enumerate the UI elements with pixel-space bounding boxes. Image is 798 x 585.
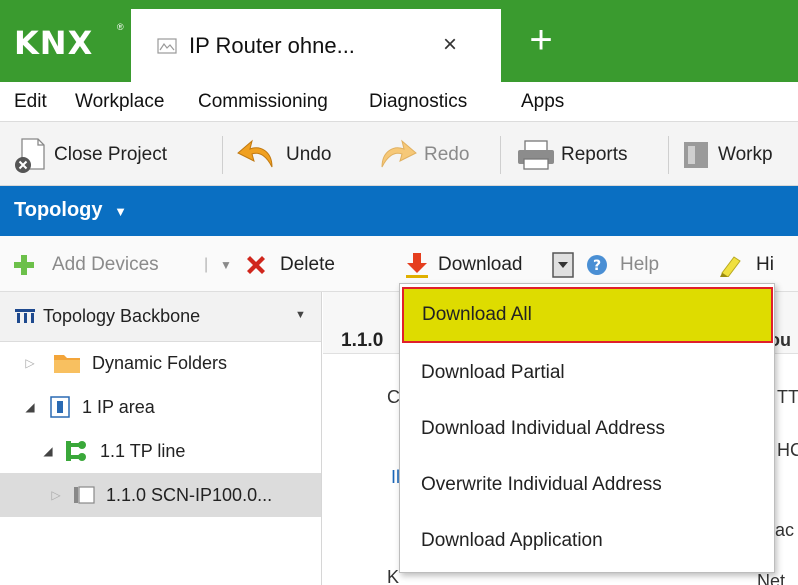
title-bar: KNX ® IP Router ohne... × + [0,0,798,82]
content-fragment: K [387,567,400,585]
close-project-icon [15,138,45,173]
menu-item-download-all[interactable]: Download All [402,287,773,343]
download-dropdown-toggle[interactable] [548,250,578,280]
add-devices-label: Add Devices [52,254,159,275]
help-icon: ? [587,255,607,275]
tree-item-tp-line[interactable]: ◢ 1.1 TP line [0,429,321,473]
highlight-button[interactable]: Hi [718,250,774,280]
topology-title: Topology [14,199,103,221]
content-title: 1.1.0 [341,330,384,351]
topology-dropdown[interactable]: Topology ▼ [14,199,127,222]
tree-item-scn-ip100[interactable]: ▷ 1.1.0 SCN-IP100.0... [0,473,321,517]
topology-backbone-icon [15,309,35,323]
redo-button[interactable]: Redo [374,134,469,176]
topology-panel-header: Topology ▼ [0,186,798,236]
add-devices-dropdown-icon[interactable]: ▼ [220,250,232,280]
area-icon [50,396,70,418]
toolbar-separator [500,136,501,174]
workplace-button[interactable]: Workp [682,134,773,176]
close-project-button[interactable]: Close Project [12,134,167,176]
download-label: Download [438,254,523,275]
tree-item-label: 1.1.0 SCN-IP100.0... [106,484,273,505]
content-fragment: TTR [777,387,798,407]
line-icon [66,441,86,461]
reports-label: Reports [561,144,628,165]
chevron-down-icon: ▼ [114,204,127,219]
highlighter-icon [720,256,741,277]
tree-item-ip-area[interactable]: ◢ 1 IP area [0,385,321,429]
help-button[interactable]: ? Help [586,250,659,280]
delete-label: Delete [280,254,335,275]
menu-item-overwrite-individual-address[interactable]: Overwrite Individual Address [400,456,774,514]
printer-icon [518,140,554,170]
menu-workplace[interactable]: Workplace [75,91,164,113]
tree-header-title: Topology Backbone [43,306,201,326]
download-dropdown-menu: Download All Download Partial Download I… [399,283,775,573]
redo-icon [381,139,417,168]
collapse-icon[interactable]: ◢ [22,400,38,414]
menu-item-download-application[interactable]: Download Application [400,512,774,570]
svg-text:?: ? [593,258,601,274]
menu-diagnostics[interactable]: Diagnostics [369,91,467,113]
folder-icon [54,355,80,373]
redo-label: Redo [424,144,470,165]
undo-icon [237,139,273,168]
expand-icon[interactable]: ▷ [48,488,64,502]
tree-item-dynamic-folders[interactable]: ▷ Dynamic Folders [0,341,321,385]
add-devices-button[interactable]: Add Devices [12,250,159,280]
toolbar-separator: | [204,256,209,273]
project-tab-icon [157,38,177,54]
collapse-icon[interactable]: ◢ [40,444,56,458]
download-icon [406,253,428,278]
workplace-label: Workp [718,144,773,165]
knx-logo: KNX [14,24,94,62]
workplace-icon [684,142,708,168]
download-button[interactable]: Download [404,250,523,280]
menu-bar: Edit Workplace Commissioning Diagnostics… [0,82,798,122]
menu-item-download-partial[interactable]: Download Partial [400,344,774,402]
chevron-down-icon[interactable]: ▼ [295,309,306,321]
undo-button[interactable]: Undo [236,134,331,176]
toolbar-separator [668,136,669,174]
topology-tree: Topology Backbone ▼ ▷ Dynamic Folders ◢ … [0,292,322,585]
close-project-label: Close Project [54,144,167,165]
content-fragment: HC [777,440,798,460]
help-label: Help [620,254,660,275]
tree-item-label: 1 IP area [82,396,155,417]
tree-header[interactable]: Topology Backbone ▼ [0,292,321,342]
device-icon [74,486,95,504]
menu-edit[interactable]: Edit [14,91,47,113]
new-tab-button[interactable]: + [517,13,565,69]
content-fragment: ac [775,520,795,540]
plus-icon [14,255,34,275]
tree-item-label: 1.1 TP line [100,440,186,461]
tree-item-label: Dynamic Folders [92,352,228,373]
menu-apps[interactable]: Apps [521,91,564,113]
toolbar-separator [222,136,223,174]
expand-icon[interactable]: ▷ [22,356,38,370]
main-toolbar: Close Project Undo Redo Reports Workp [0,122,798,186]
reports-button[interactable]: Reports [515,134,628,176]
tab-close-icon[interactable]: × [443,31,457,59]
highlight-label: Hi [756,254,774,275]
project-tab[interactable]: IP Router ohne... × [131,9,501,82]
menu-item-download-individual-address[interactable]: Download Individual Address [400,400,774,458]
tab-title: IP Router ohne... [189,33,355,58]
content-fragment: Net [757,571,786,585]
menu-commissioning[interactable]: Commissioning [198,91,328,113]
chevron-down-icon [552,252,574,278]
delete-x-icon [247,256,265,274]
knx-logo-mark: ® [117,22,124,32]
delete-button[interactable]: Delete [244,250,335,280]
undo-label: Undo [286,144,332,165]
